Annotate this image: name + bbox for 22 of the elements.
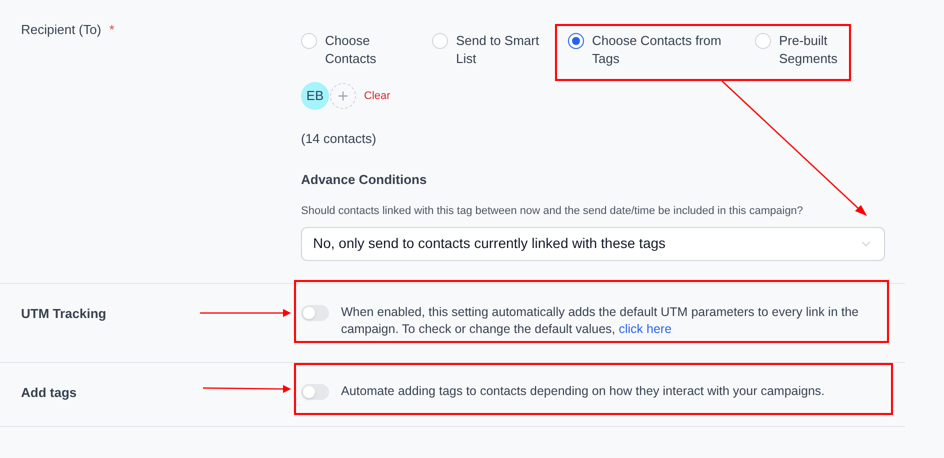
radio-label[interactable]: Send to Smart List	[456, 32, 556, 68]
avatar: EB	[301, 82, 329, 110]
radio-label[interactable]: Pre-built Segments	[779, 32, 855, 68]
required-mark: *	[109, 21, 114, 39]
toggle-switch[interactable]	[301, 304, 329, 320]
field-label: Recipient (To)	[21, 21, 102, 39]
add-contact-button[interactable]	[330, 83, 356, 109]
plus-icon	[336, 89, 350, 103]
setting-description: When enabled, this setting automatically adds the default UTM parameters to every link in the campaign. To check or change the default values, click here	[341, 304, 860, 338]
setting-description: Automate adding tags to contacts depending on how they interact with your campaigns.	[341, 382, 826, 400]
condition-select[interactable]: No, only send to contacts currently linked with these tags	[301, 226, 885, 260]
toggle-switch[interactable]	[301, 384, 329, 400]
section-title: Advance Conditions	[301, 170, 428, 188]
setting-label: UTM Tracking	[21, 306, 106, 320]
radio-label[interactable]: Choose Contacts from Tags	[592, 32, 742, 68]
radio-button[interactable]	[568, 33, 584, 49]
question-text: Should contacts linked with this tag between now and the send date/time be included in this campaign?	[301, 204, 804, 219]
setting-label: Add tags	[21, 384, 77, 400]
contact-count: (14 contacts)	[301, 130, 378, 148]
click-here-link[interactable]: click here	[618, 322, 672, 336]
radio-label[interactable]: Choose Contacts	[325, 32, 405, 68]
clear-link[interactable]: Clear	[364, 88, 390, 104]
